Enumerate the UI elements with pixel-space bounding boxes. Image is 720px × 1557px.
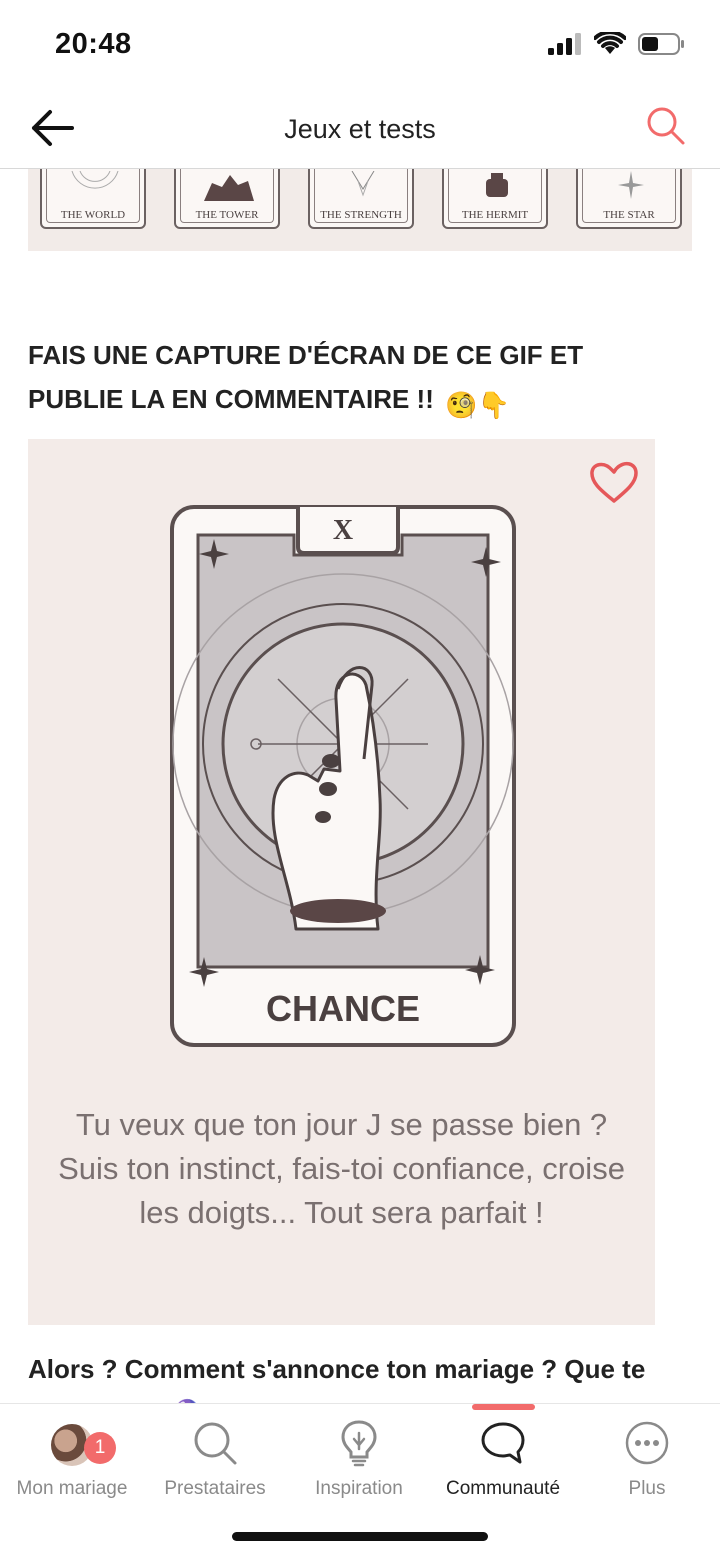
tarot-card-number: X [333,515,353,546]
search-icon [194,1422,237,1465]
status-time: 20:48 [55,28,132,60]
tarot-cards-strip: THE WORLD THE TOWER THE STRENGTH THE HER… [28,169,692,251]
nav-label: Prestataires [164,1478,266,1499]
signal-icon [548,33,581,55]
tarot-card-label: THE STRENGTH [320,209,402,221]
tarot-card-world: THE WORLD [40,169,146,229]
tarot-card-star: THE STAR [576,169,682,229]
home-indicator[interactable] [232,1532,488,1541]
post-question: Alors ? Comment s'annonce ton mariage ? … [28,1354,646,1403]
nav-item-inspiration[interactable]: Inspiration [287,1418,431,1500]
wifi-icon [594,32,626,54]
tarot-card-hermit: THE HERMIT [442,169,548,229]
active-tab-indicator [472,1404,535,1410]
heart-icon[interactable] [588,459,640,505]
post-content[interactable]: THE WORLD THE TOWER THE STRENGTH THE HER… [0,169,720,1403]
tarot-gif[interactable]: X CHANCE Tu veux que ton jour J se passe… [28,439,655,1325]
tarot-card-label: THE WORLD [60,209,126,221]
tarot-card-label: THE STAR [603,209,655,221]
chat-bubble-icon [481,1422,525,1464]
battery-icon [638,33,684,55]
tarot-card-label: THE HERMIT [461,209,529,221]
tarot-caption: Tu veux que ton jour J se passe bien ? S… [58,1107,625,1230]
nav-item-communaute[interactable]: Communauté [431,1418,575,1500]
status-bar: 20:48 [0,0,720,92]
app-header: Jeux et tests [0,92,720,169]
search-icon [647,107,685,145]
lightbulb-icon [341,1420,377,1467]
page-title: Jeux et tests [284,114,436,144]
nav-item-prestataires[interactable]: Prestataires [143,1418,287,1500]
status-icons [548,32,686,56]
post-heading: FAIS UNE CAPTURE D'ÉCRAN DE CE GIF ET PU… [28,333,668,427]
nav-item-mon-mariage[interactable]: 1 Mon mariage [0,1418,144,1500]
nav-label: Mon mariage [16,1478,128,1499]
emoji-monocle-pointing-down: 🧐👇 [445,390,510,420]
more-dots-icon [625,1421,669,1465]
nav-label: Plus [628,1478,666,1499]
tarot-card-chance: X CHANCE [170,505,516,1047]
nav-label: Inspiration [315,1478,403,1499]
tarot-card-label: THE TOWER [195,209,259,221]
tarot-card-tower: THE TOWER [174,169,280,229]
nav-item-plus[interactable]: Plus [575,1418,719,1500]
nav-label: Communauté [445,1478,561,1499]
notification-badge: 1 [84,1432,116,1464]
tarot-card-strength: THE STRENGTH [308,169,414,229]
search-button[interactable] [646,106,686,146]
tarot-card-title: CHANCE [266,988,420,1029]
